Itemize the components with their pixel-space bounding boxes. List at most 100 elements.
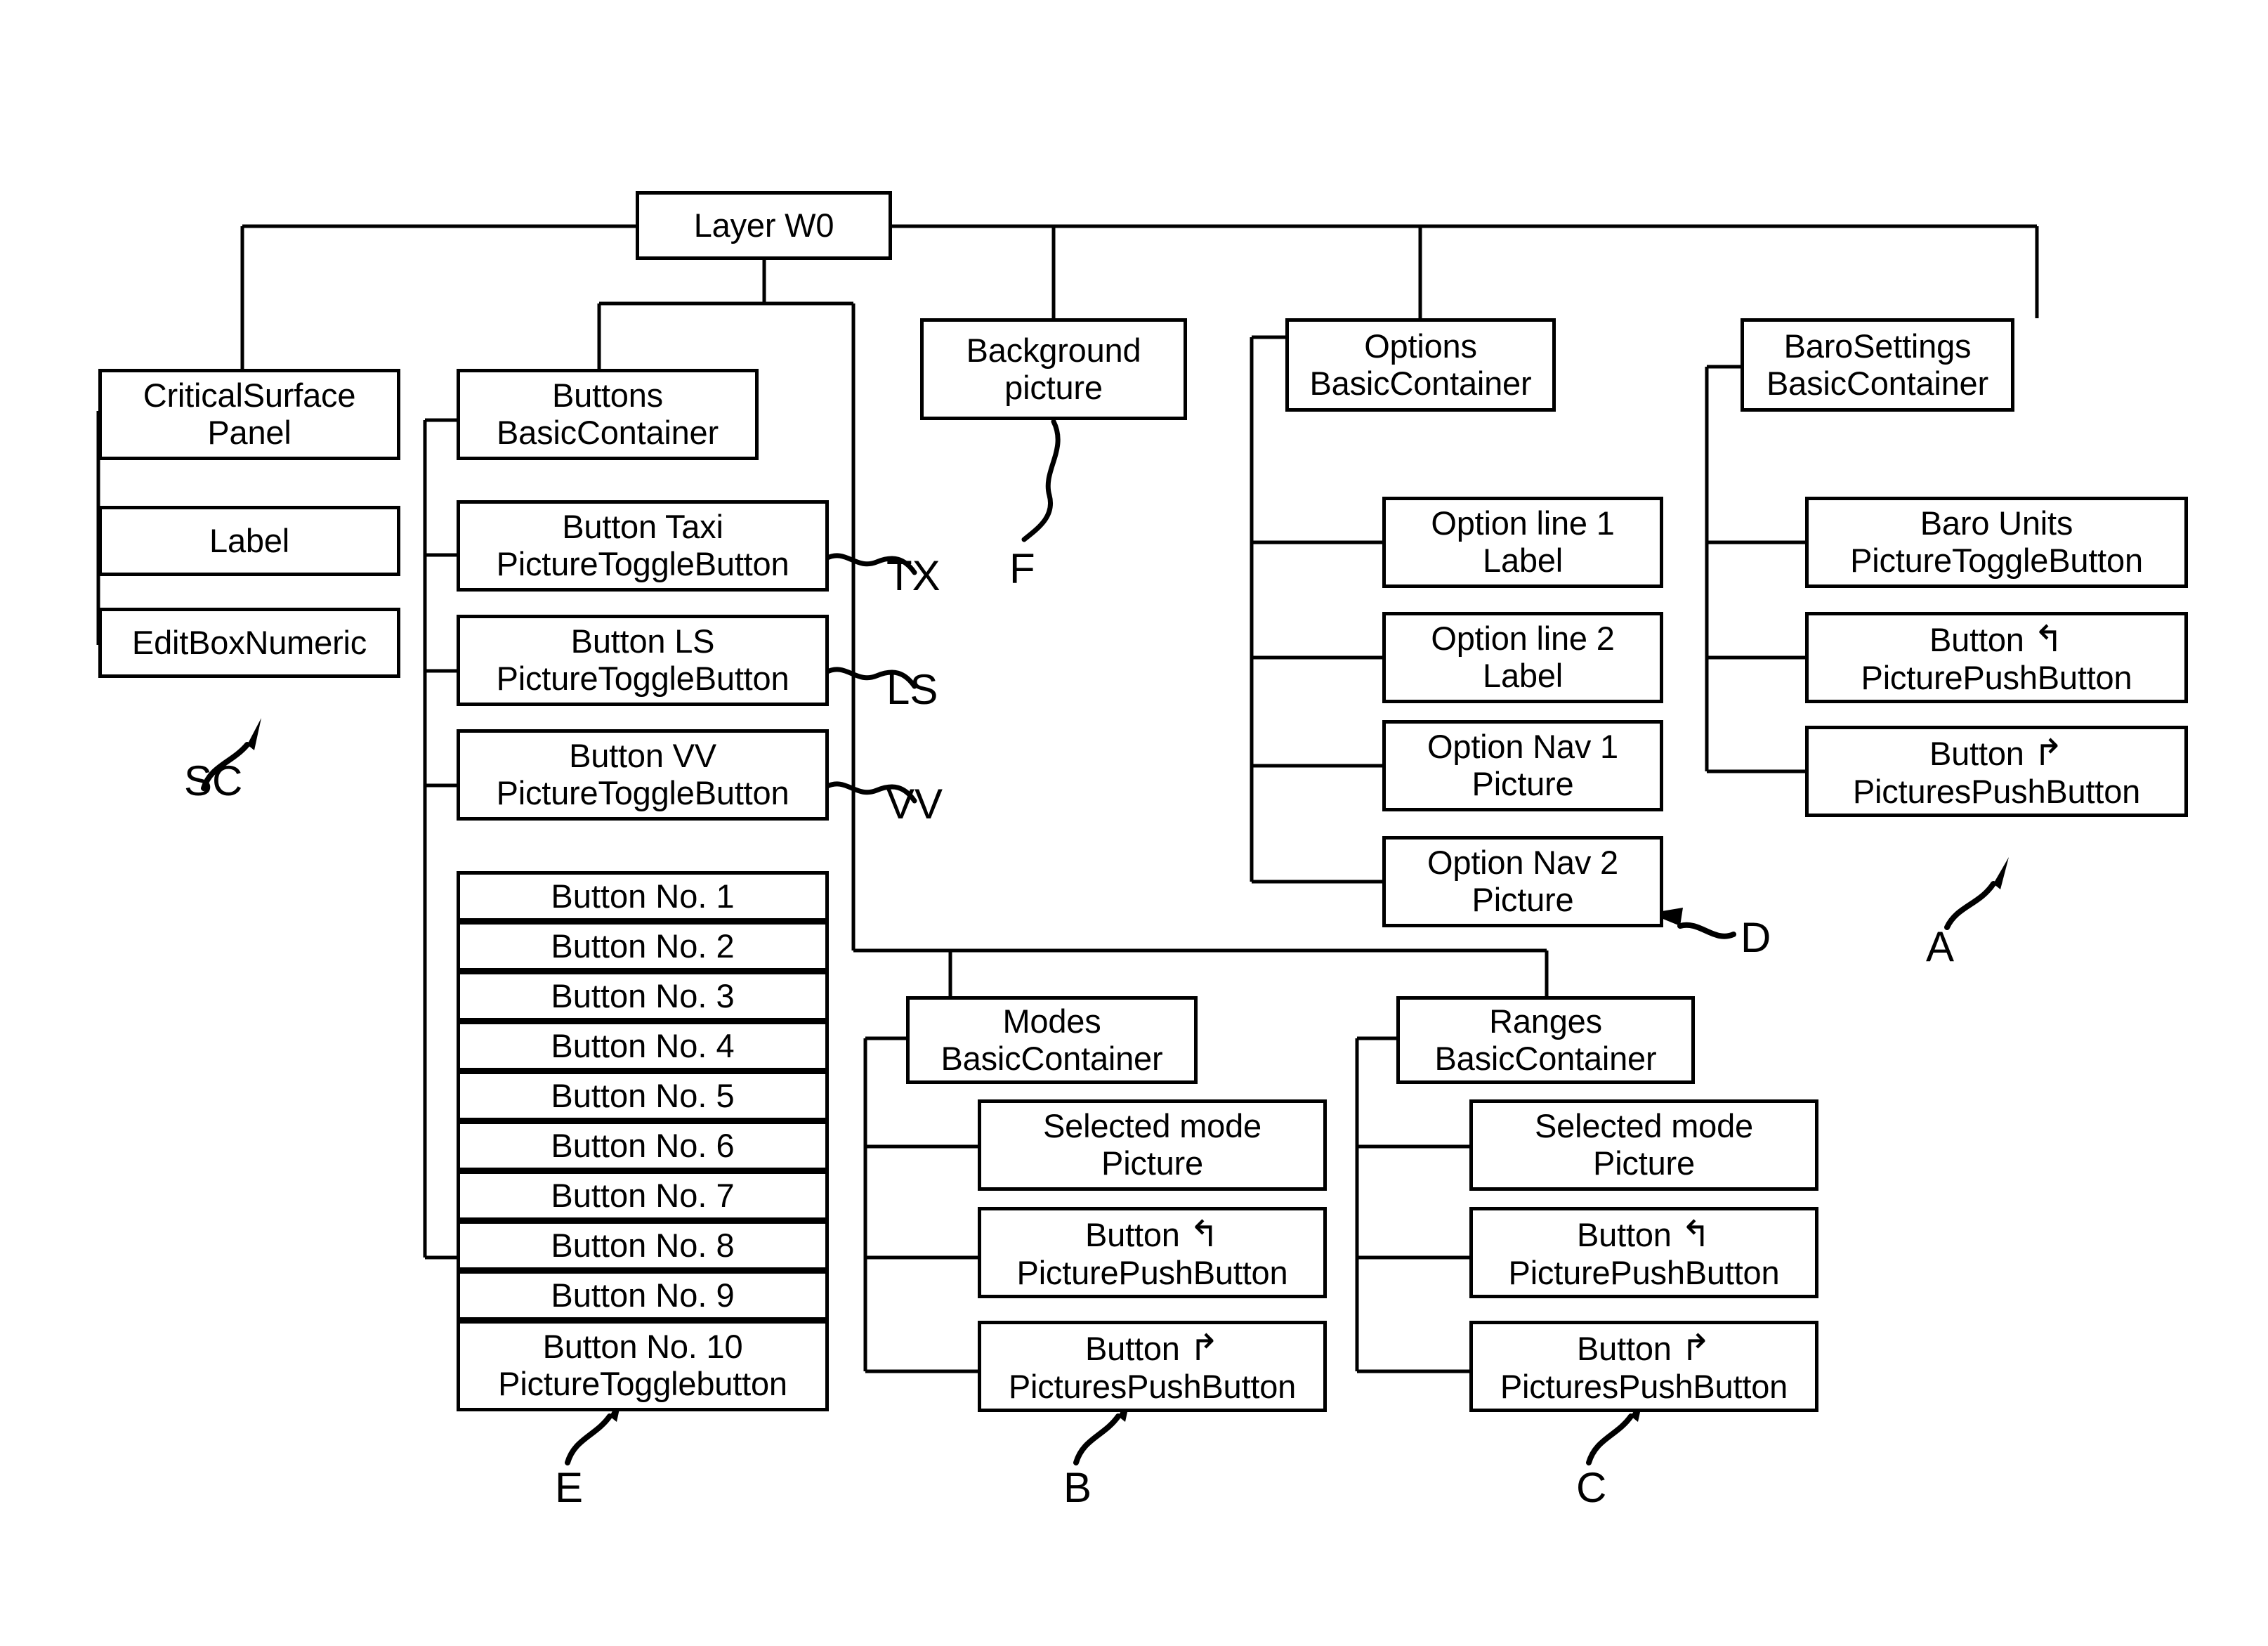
node-ranges-container[interactable]: Ranges BasicContainer bbox=[1396, 996, 1695, 1084]
node-buttons-container[interactable]: Buttons BasicContainer bbox=[457, 369, 759, 460]
node-ranges-selected-mode-line2: Picture bbox=[1593, 1144, 1695, 1182]
node-baro-units-line2: PictureToggleButton bbox=[1850, 542, 2143, 579]
node-ranges-container-line2: BasicContainer bbox=[1434, 1039, 1657, 1077]
node-layer-w0-label: Layer W0 bbox=[693, 206, 834, 244]
node-option-line-2[interactable]: Option line 2 Label bbox=[1382, 612, 1663, 703]
node-option-line-2-line2: Label bbox=[1483, 657, 1563, 694]
node-option-nav-1-line2: Picture bbox=[1471, 765, 1574, 802]
node-critical-surface-label[interactable]: Label bbox=[98, 506, 400, 576]
node-modes-button-cw-line1: Button ↱ bbox=[1085, 1328, 1219, 1369]
node-button-no-3[interactable]: Button No. 3 bbox=[457, 971, 829, 1021]
node-layer-w0[interactable]: Layer W0 bbox=[636, 191, 892, 260]
node-critical-surface-panel[interactable]: CriticalSurface Panel bbox=[98, 369, 400, 460]
node-ranges-button-cw-line1: Button ↱ bbox=[1577, 1328, 1711, 1369]
node-modes-container[interactable]: Modes BasicContainer bbox=[906, 996, 1198, 1084]
node-button-no-5[interactable]: Button No. 5 bbox=[457, 1071, 829, 1121]
node-button-no-10[interactable]: Button No. 10 PictureTogglebutton bbox=[457, 1320, 829, 1411]
ref-label-tx: TX bbox=[886, 552, 940, 599]
node-button-no-10-line2: PictureTogglebutton bbox=[498, 1365, 787, 1402]
node-modes-button-cw-line2: PicturesPushButton bbox=[1008, 1367, 1297, 1405]
ref-label-vv: VV bbox=[886, 780, 943, 828]
node-modes-selected-mode-line2: Picture bbox=[1101, 1144, 1203, 1182]
node-option-line-1[interactable]: Option line 1 Label bbox=[1382, 497, 1663, 588]
node-option-line-1-line1: Option line 1 bbox=[1431, 504, 1615, 542]
node-baro-settings-container-line2: BasicContainer bbox=[1766, 364, 1988, 402]
ref-label-f: F bbox=[1009, 545, 1035, 592]
node-baro-button-ccw-line1: Button ↰ bbox=[1929, 619, 2064, 660]
node-button-no-3-label: Button No. 3 bbox=[551, 977, 735, 1015]
node-modes-button-cw[interactable]: Button ↱ PicturesPushButton bbox=[978, 1321, 1327, 1412]
arrow-a-stem bbox=[1944, 881, 1996, 930]
node-button-no-8[interactable]: Button No. 8 bbox=[457, 1220, 829, 1271]
node-button-no-6[interactable]: Button No. 6 bbox=[457, 1121, 829, 1171]
diagram-canvas: Layer W0 CriticalSurface Panel Label Edi… bbox=[0, 0, 2268, 1646]
node-option-nav-1-line1: Option Nav 1 bbox=[1427, 728, 1618, 766]
node-option-line-1-line2: Label bbox=[1483, 542, 1563, 579]
node-button-no-10-line1: Button No. 10 bbox=[542, 1328, 743, 1366]
node-modes-button-ccw[interactable]: Button ↰ PicturePushButton bbox=[978, 1207, 1327, 1298]
node-modes-button-ccw-text: Button bbox=[1085, 1215, 1180, 1253]
arrow-e-stem bbox=[565, 1413, 612, 1465]
ref-label-a: A bbox=[1926, 923, 1955, 970]
node-ranges-selected-mode-line1: Selected mode bbox=[1535, 1107, 1753, 1145]
node-option-nav-2[interactable]: Option Nav 2 Picture bbox=[1382, 836, 1663, 927]
node-button-no-1[interactable]: Button No. 1 bbox=[457, 871, 829, 922]
node-buttons-container-line1: Buttons bbox=[552, 377, 663, 414]
node-ranges-button-cw[interactable]: Button ↱ PicturesPushButton bbox=[1469, 1321, 1818, 1412]
node-baro-units[interactable]: Baro Units PictureToggleButton bbox=[1805, 497, 2188, 588]
node-background-picture-line2: picture bbox=[1004, 368, 1103, 406]
node-button-no-4[interactable]: Button No. 4 bbox=[457, 1021, 829, 1071]
node-baro-button-ccw[interactable]: Button ↰ PicturePushButton bbox=[1805, 612, 2188, 703]
node-background-picture[interactable]: Background picture bbox=[920, 318, 1187, 420]
node-ranges-button-cw-text: Button bbox=[1577, 1329, 1672, 1367]
node-modes-button-ccw-line1: Button ↰ bbox=[1085, 1214, 1219, 1255]
node-baro-button-ccw-line2: PicturePushButton bbox=[1861, 658, 2132, 696]
node-options-container[interactable]: Options BasicContainer bbox=[1285, 318, 1556, 412]
node-button-vv[interactable]: Button VV PictureToggleButton bbox=[457, 729, 829, 821]
node-modes-selected-mode[interactable]: Selected mode Picture bbox=[978, 1099, 1327, 1191]
node-button-no-7[interactable]: Button No. 7 bbox=[457, 1170, 829, 1221]
cw-arrow-icon: ↱ bbox=[2033, 732, 2064, 773]
node-option-nav-1[interactable]: Option Nav 1 Picture bbox=[1382, 720, 1663, 811]
node-button-no-7-label: Button No. 7 bbox=[551, 1177, 735, 1215]
node-button-no-8-label: Button No. 8 bbox=[551, 1227, 735, 1265]
node-ranges-button-ccw[interactable]: Button ↰ PicturePushButton bbox=[1469, 1207, 1818, 1298]
arrow-sc-head bbox=[247, 718, 261, 750]
node-button-no-2[interactable]: Button No. 2 bbox=[457, 921, 829, 972]
node-baro-button-cw[interactable]: Button ↱ PicturesPushButton bbox=[1805, 726, 2188, 817]
node-critical-surface-panel-line1: CriticalSurface bbox=[143, 377, 356, 414]
node-ranges-container-line1: Ranges bbox=[1489, 1002, 1602, 1040]
leader-f bbox=[1021, 419, 1061, 542]
node-ranges-selected-mode[interactable]: Selected mode Picture bbox=[1469, 1099, 1818, 1191]
node-modes-container-line1: Modes bbox=[1002, 1002, 1101, 1040]
node-baro-button-cw-line1: Button ↱ bbox=[1929, 733, 2064, 773]
node-modes-container-line2: BasicContainer bbox=[940, 1039, 1163, 1077]
node-button-no-9[interactable]: Button No. 9 bbox=[457, 1270, 829, 1321]
node-critical-surface-panel-line2: Panel bbox=[207, 414, 291, 451]
node-button-ls[interactable]: Button LS PictureToggleButton bbox=[457, 615, 829, 706]
node-critical-surface-label-line1: Label bbox=[209, 521, 289, 559]
ccw-arrow-icon: ↰ bbox=[2033, 618, 2064, 660]
arrow-a-head bbox=[1993, 857, 2009, 889]
cw-arrow-icon: ↱ bbox=[1188, 1327, 1220, 1369]
node-ranges-button-ccw-line1: Button ↰ bbox=[1577, 1214, 1711, 1255]
node-baro-settings-container[interactable]: BaroSettings BasicContainer bbox=[1741, 318, 2014, 412]
node-baro-units-line1: Baro Units bbox=[1920, 504, 2073, 542]
node-button-no-1-label: Button No. 1 bbox=[551, 877, 735, 915]
node-modes-button-cw-text: Button bbox=[1085, 1329, 1180, 1367]
ref-label-e: E bbox=[555, 1464, 584, 1511]
node-options-container-line2: BasicContainer bbox=[1309, 364, 1532, 402]
node-button-no-6-label: Button No. 6 bbox=[551, 1127, 735, 1165]
arrow-b-stem bbox=[1073, 1413, 1121, 1465]
ccw-arrow-icon: ↰ bbox=[1188, 1213, 1220, 1255]
node-baro-settings-container-line1: BaroSettings bbox=[1783, 327, 1972, 365]
node-button-no-2-label: Button No. 2 bbox=[551, 927, 735, 965]
node-option-nav-2-line1: Option Nav 2 bbox=[1427, 844, 1618, 882]
node-option-line-2-line1: Option line 2 bbox=[1431, 620, 1615, 658]
node-button-taxi[interactable]: Button Taxi PictureToggleButton bbox=[457, 500, 829, 592]
ref-label-c: C bbox=[1576, 1464, 1607, 1511]
node-option-nav-2-line2: Picture bbox=[1471, 881, 1574, 918]
node-button-no-5-label: Button No. 5 bbox=[551, 1077, 735, 1115]
node-critical-surface-editbox[interactable]: EditBoxNumeric bbox=[98, 608, 400, 678]
ref-label-sc: SC bbox=[184, 757, 243, 804]
